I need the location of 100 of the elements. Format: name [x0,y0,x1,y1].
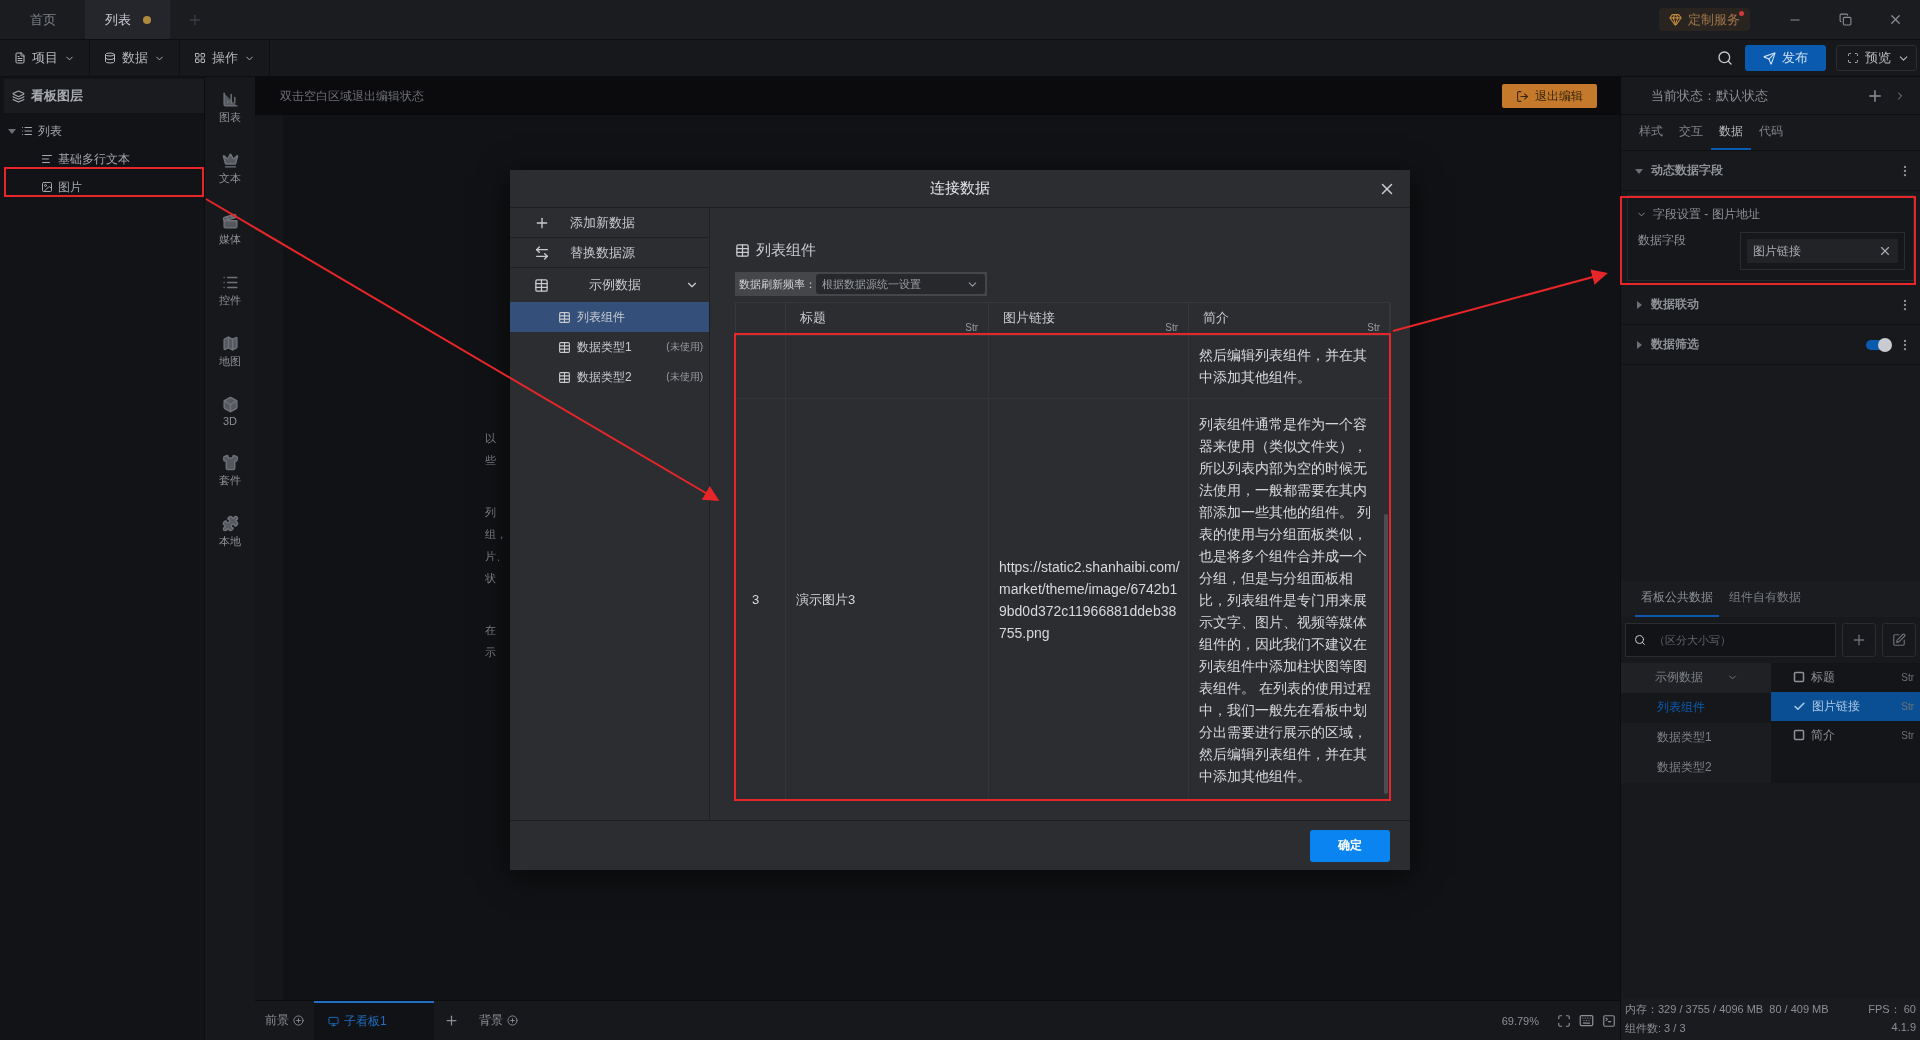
type-label: Str [1901,729,1914,741]
inspector-tab[interactable]: 数据 [1711,115,1751,150]
database-icon [104,52,116,64]
source-item[interactable]: 数据类型1 (未使用) [510,332,709,362]
search-input[interactable]: （区分大小写） [1652,632,1827,647]
layer-item[interactable]: 图片 [0,173,204,201]
column-header[interactable]: 图片链接 Str [989,303,1189,336]
canvas-text: 状 [485,571,497,586]
keyboard-icon[interactable] [1579,1013,1594,1028]
state-label: 当前状态： [1651,86,1716,105]
data-tab[interactable]: 看板公共数据 [1635,580,1719,617]
table-cell: 然后编辑列表组件，并在其中添加其他组件。 [1189,336,1391,399]
edit-button[interactable] [1882,622,1916,657]
table-cell [736,336,786,399]
canvas-text: 以 [485,431,497,446]
add-circle-icon [507,1015,518,1026]
table-icon [558,340,571,354]
menu-button[interactable]: 数据 [90,40,180,76]
component-category[interactable]: 本地 [219,515,241,549]
menu-button[interactable]: 操作 [180,40,270,76]
custom-service-button[interactable]: 定制服务 [1659,8,1750,31]
source-group[interactable]: 示例数据 [510,268,709,302]
column-header[interactable]: 简介 Str [1189,303,1391,336]
image-icon [41,181,53,193]
type-label: Str [1165,322,1178,333]
field-item[interactable]: 标题 Str [1771,662,1920,692]
search-field[interactable]: （区分大小写） [1625,622,1836,657]
section-header[interactable]: 动态数据字段 [1621,151,1920,191]
menu-button[interactable]: 项目 [0,40,90,76]
inspector-tab[interactable]: 交互 [1671,115,1711,150]
clapperboard-icon [221,213,239,230]
layer-item[interactable]: 列表 [0,117,204,145]
document-tab[interactable]: 列表 [85,0,170,39]
component-category[interactable]: 文本 [219,152,241,186]
gem-icon [1669,13,1682,26]
inspector-tab[interactable]: 代码 [1751,115,1791,150]
component-category[interactable]: 地图 [219,335,241,369]
component-count: 组件数: 3 / 3 [1625,1021,1686,1036]
preview-button[interactable]: 预览 [1836,45,1917,71]
plus-icon[interactable] [444,1013,459,1028]
table-cell: 3 [736,399,786,800]
restore-icon[interactable] [1838,13,1852,26]
scrollbar-thumb[interactable] [1384,514,1388,794]
list-icon [221,274,239,291]
caret-icon [1635,300,1643,309]
refresh-select[interactable]: 根据数据源统一设置 [816,274,985,294]
list-icon [21,125,33,137]
layer-item[interactable]: 基础多行文本 [0,145,204,173]
zoom-level: 69.79% [1501,1013,1539,1029]
column-header[interactable]: 标题 Str [786,303,989,336]
field-item[interactable]: 图片链接 Str [1771,691,1920,721]
board-tab[interactable]: 子看板1 [314,1001,434,1040]
send-icon [1763,51,1776,65]
dialog-action[interactable]: 添加新数据 [510,208,709,238]
field-select[interactable]: 图片链接 [1740,232,1905,270]
dialog-action[interactable]: 替换数据源 [510,238,709,268]
layers-icon [12,89,25,103]
field-item[interactable]: 简介 Str [1771,720,1920,750]
check-icon [1793,699,1806,713]
canvas-text: 列 [485,505,497,520]
remove-icon[interactable] [1878,244,1892,258]
inspector-tab[interactable]: 样式 [1631,115,1671,150]
confirm-button[interactable]: 确定 [1310,829,1390,862]
puzzle-icon [221,515,239,532]
component-category[interactable]: 图表 [219,91,241,125]
layers-header: 看板图层 [4,79,204,113]
unused-note: (未使用) [666,340,703,354]
data-tab[interactable]: 组件自有数据 [1723,580,1807,617]
background-tab[interactable]: 背景 [469,1001,528,1040]
section-title[interactable]: 字段设置 - 图片地址 [1653,205,1760,223]
toggle-switch[interactable] [1866,339,1890,350]
caret-icon [1635,166,1643,175]
exit-edit-button[interactable]: 退出编辑 [1502,84,1597,108]
field-tag: 图片链接 [1747,239,1898,263]
publish-button[interactable]: 发布 [1745,45,1826,71]
search-icon[interactable] [1717,50,1733,66]
type-label: Str [965,322,978,333]
component-category[interactable]: 套件 [219,454,241,488]
monitor-icon [328,1016,339,1027]
section-header[interactable]: 数据筛选 [1621,325,1920,365]
fit-screen-icon[interactable] [1557,1013,1571,1028]
caret-icon [1635,340,1643,349]
source-group[interactable]: 示例数据 [1621,662,1771,693]
unsaved-dot [142,15,151,24]
source-item[interactable]: 列表组件 [510,302,709,332]
component-category[interactable]: 3D [221,396,239,427]
unused-note: (未使用) [666,370,703,384]
type-label: Str [1901,671,1914,683]
type-label: Str [1901,700,1914,712]
table-cell: https://static2.shanhaibi.com/market/theme/image/6742b19bd0d372c11966881ddeb38755.png [989,399,1189,800]
table-icon [558,370,571,384]
component-category[interactable]: 控件 [219,274,241,308]
source-item[interactable]: 数据类型2 (未使用) [510,362,709,392]
section-header[interactable]: 数据联动 [1621,285,1920,325]
foreground-tab[interactable]: 前景 [255,1001,314,1040]
frame-icon [1847,52,1859,64]
component-category[interactable]: 媒体 [219,213,241,247]
search-icon [1634,633,1646,646]
terminal-icon[interactable] [1602,1013,1616,1028]
crown-icon [221,152,239,169]
